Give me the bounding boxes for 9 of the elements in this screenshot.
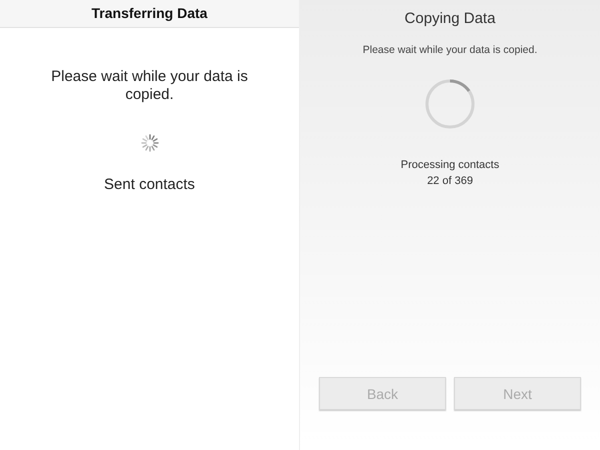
status-text: Processing contacts bbox=[400, 158, 500, 174]
spinner-icon bbox=[424, 78, 476, 130]
status-text: Sent contacts bbox=[104, 175, 195, 195]
screen-title: Copying Data bbox=[404, 9, 496, 29]
spinner-icon bbox=[140, 134, 158, 152]
progress-count: 22 of 369 bbox=[427, 174, 473, 190]
wait-message: Please wait while your data is copied. bbox=[50, 68, 249, 104]
screen-title: Transferring Data bbox=[92, 4, 208, 23]
wait-message: Please wait while your data is copied. bbox=[362, 42, 538, 58]
